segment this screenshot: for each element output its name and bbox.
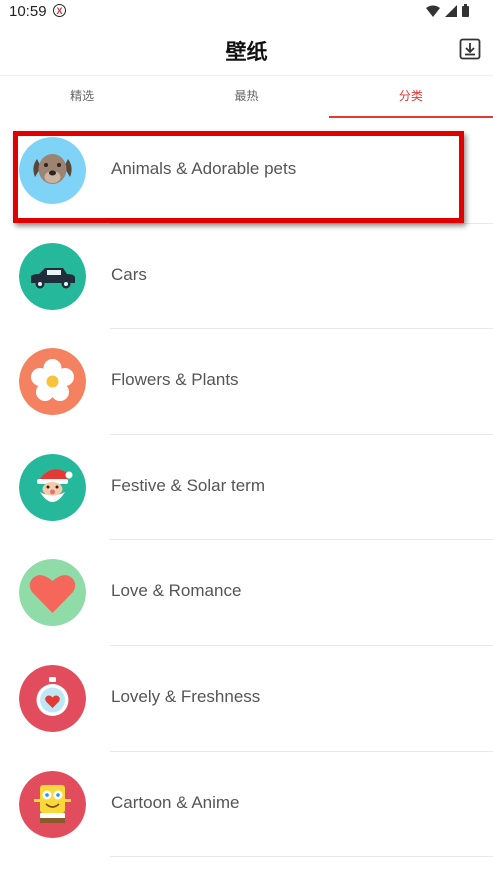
heart-icon <box>19 559 86 627</box>
battery-icon <box>462 4 469 17</box>
tab-hottest[interactable]: 最热 <box>164 76 328 118</box>
category-label: Cartoon & Anime <box>111 792 240 812</box>
category-item-festive[interactable]: Festive & Solar term <box>0 435 493 541</box>
category-label: Flowers & Plants <box>111 370 239 390</box>
category-item-cartoon[interactable]: Cartoon & Anime <box>0 752 493 858</box>
tab-featured[interactable]: 精选 <box>0 76 164 118</box>
status-icons <box>426 4 469 17</box>
category-label: Lovely & Freshness <box>111 686 261 706</box>
divider <box>110 856 493 858</box>
category-label: Cars <box>111 264 147 284</box>
signal-icon <box>445 4 457 17</box>
stopwatch-heart-icon <box>19 664 86 732</box>
category-item-lovely[interactable]: Lovely & Freshness <box>0 646 493 752</box>
app-header: 壁纸 <box>0 26 493 74</box>
santa-icon <box>19 453 86 521</box>
download-button[interactable] <box>459 38 481 60</box>
car-icon <box>19 242 86 310</box>
category-list: Animals & Adorable pets Cars Flowers & P… <box>0 118 493 858</box>
category-item-love[interactable]: Love & Romance <box>0 540 493 646</box>
page-title: 壁纸 <box>225 41 268 64</box>
status-time: 10:59 <box>9 3 47 20</box>
dog-icon <box>19 137 86 204</box>
flower-icon <box>19 348 86 416</box>
x-circle-icon: X <box>53 4 66 17</box>
category-label: Love & Romance <box>111 581 242 601</box>
category-item-cars[interactable]: Cars <box>0 224 493 330</box>
download-icon <box>459 38 481 60</box>
category-item-flowers[interactable]: Flowers & Plants <box>0 329 493 435</box>
category-label: Animals & Adorable pets <box>111 159 297 178</box>
category-label: Festive & Solar term <box>111 475 265 495</box>
tab-bar: 精选 最热 分类 <box>0 75 493 118</box>
wifi-icon <box>426 5 440 17</box>
category-item-animals[interactable]: Animals & Adorable pets <box>0 118 493 224</box>
sponge-character-icon <box>19 770 86 838</box>
tab-categories[interactable]: 分类 <box>328 76 493 118</box>
status-bar: 10:59 X <box>0 0 493 26</box>
